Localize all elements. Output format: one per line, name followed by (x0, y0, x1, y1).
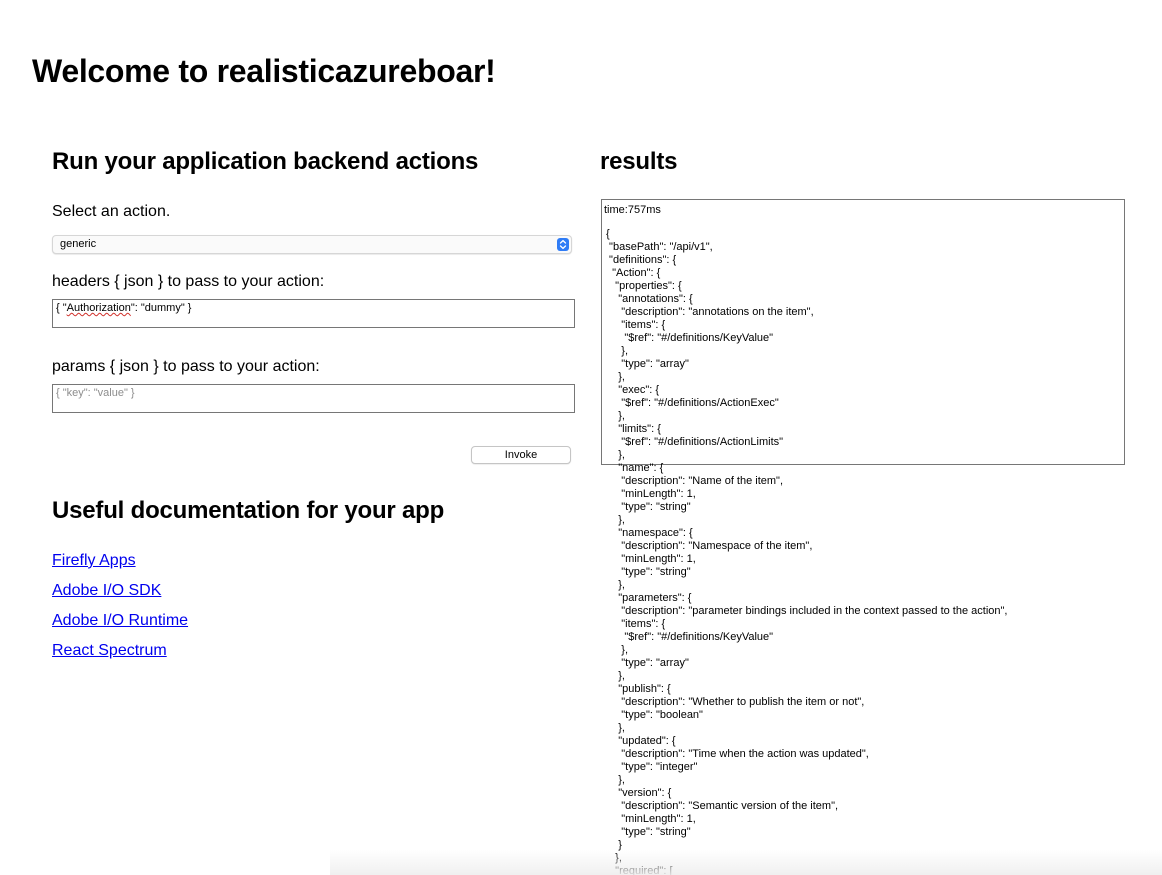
results-heading: results (600, 148, 678, 175)
select-action-label: Select an action. (52, 203, 171, 220)
results-panel: results (600, 140, 1130, 184)
results-json: { "basePath": "/api/v1", "definitions": … (606, 228, 1008, 875)
docs-heading: Useful documentation for your app (52, 497, 445, 524)
app-root: Welcome to realisticazureboar! Run your … (0, 0, 1162, 875)
headers-value-suffix: ": "dummy" } (130, 302, 192, 314)
results-time: time:757ms (604, 204, 661, 216)
page-title: Welcome to realisticazureboar! (32, 53, 496, 89)
params-label: params { json } to pass to your action: (52, 358, 320, 375)
updown-chevron-icon (557, 238, 569, 251)
doc-link-react-spectrum[interactable]: React Spectrum (52, 641, 167, 661)
action-select-value: generic (60, 238, 97, 250)
action-select[interactable]: generic (52, 235, 572, 254)
run-panel: Run your application backend actions Sel… (52, 140, 575, 659)
doc-link-adobe-io-runtime[interactable]: Adobe I/O Runtime (52, 611, 188, 631)
params-input[interactable]: { "key": "value" } (52, 384, 575, 413)
headers-label: headers { json } to pass to your action: (52, 273, 325, 290)
headers-value-key: Authorization (66, 302, 131, 314)
doc-link-adobe-io-sdk[interactable]: Adobe I/O SDK (52, 581, 161, 601)
headers-input[interactable]: { "Authorization": "dummy" } (52, 299, 575, 328)
run-panel-heading: Run your application backend actions (52, 148, 479, 175)
headers-value-prefix: { " (56, 302, 67, 314)
doc-link-firefly-apps[interactable]: Firefly Apps (52, 551, 136, 571)
invoke-button[interactable]: Invoke (471, 446, 571, 464)
params-placeholder: { "key": "value" } (56, 387, 135, 399)
